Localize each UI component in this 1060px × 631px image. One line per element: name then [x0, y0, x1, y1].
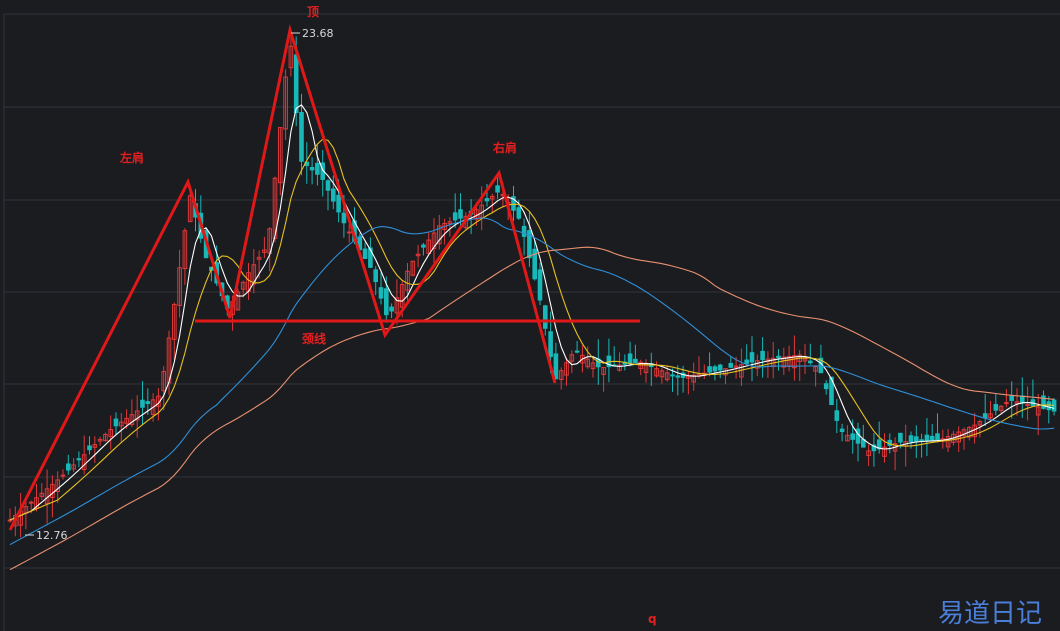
candle-body-102	[548, 331, 553, 358]
candle-body-188	[1004, 402, 1009, 405]
candle-body-174	[929, 435, 935, 441]
candle-body-67	[362, 248, 368, 259]
high-price-label: 23.68	[302, 27, 334, 40]
candle-body-11	[66, 463, 71, 471]
candle-body-78	[421, 244, 426, 248]
ma-line-1	[9, 138, 1055, 521]
candle-body-170	[908, 435, 914, 442]
candle-body-54	[293, 54, 299, 113]
candle-body-69	[373, 269, 378, 283]
candle-body-55	[299, 112, 304, 162]
candle-body-125	[670, 374, 675, 377]
neckline-label: 颈线	[301, 331, 326, 346]
head-label: 顶	[307, 5, 319, 19]
moving-averages	[9, 104, 1055, 571]
candle-body-159	[850, 433, 856, 440]
candle-body-84	[452, 212, 458, 221]
candle-body-133	[712, 366, 718, 372]
candle-body-63	[341, 212, 347, 224]
pattern-zigzag	[8, 24, 557, 531]
candle-body-142	[760, 350, 765, 361]
candle-body-15	[87, 445, 92, 451]
candle-body-160	[855, 428, 861, 444]
candle-body-140	[749, 352, 755, 363]
bottom-mark: q	[648, 612, 657, 626]
candle-body-72	[389, 306, 394, 312]
candle-body-103	[553, 353, 559, 380]
candle-body-0	[7, 519, 13, 522]
candle-body-175	[935, 433, 940, 441]
candle-body-132	[707, 366, 712, 373]
candle-body-20	[113, 418, 119, 427]
candle-body-154	[823, 383, 829, 390]
candle-body-101	[543, 305, 548, 329]
candle-body-168	[898, 432, 903, 443]
candle-body-145	[776, 355, 781, 359]
candle-body-156	[834, 410, 840, 421]
candle-body-68	[368, 247, 373, 268]
candle-body-172	[919, 439, 924, 442]
candle-body-90	[484, 198, 490, 202]
candle-body-58	[315, 162, 320, 175]
candle-body-97	[521, 225, 527, 237]
candle-body-100	[537, 269, 543, 301]
low-price-label: 12.76	[36, 529, 68, 542]
ma-line-2	[9, 217, 1055, 546]
candle-body-191	[1020, 395, 1025, 404]
candle-body-171	[914, 436, 919, 442]
candle-body-196	[1046, 401, 1052, 411]
ma-line-0	[9, 104, 1055, 521]
candle-body-184	[982, 413, 988, 419]
price-chart: 左肩 顶 右肩 颈线 q 23.68 12.76 易道日记	[3, 5, 1060, 631]
candle-body-10	[60, 474, 66, 477]
candle-body-126	[675, 375, 681, 378]
candle-body-151	[808, 360, 813, 364]
candle-body-70	[378, 287, 384, 299]
candle-body-92	[495, 185, 500, 193]
candle-body-139	[744, 359, 750, 364]
candle-body-173	[924, 434, 930, 442]
candle-body-96	[516, 207, 522, 219]
right-shoulder-label: 右肩	[492, 140, 517, 155]
candle-body-136	[728, 362, 734, 368]
candle-body-85	[458, 209, 463, 219]
candle-body-117	[627, 353, 633, 364]
candle-body-107	[574, 350, 580, 353]
watermark: 易道日记	[938, 599, 1042, 629]
candle-body-118	[633, 358, 638, 364]
candle-body-13	[76, 458, 82, 461]
candle-body-4	[28, 501, 34, 504]
candle-body-134	[717, 364, 723, 371]
candle-body-71	[384, 288, 389, 316]
candle-body-157	[839, 428, 845, 433]
candle-body-62	[336, 194, 341, 213]
candle-body-61	[331, 188, 336, 202]
candle-body-57	[309, 166, 315, 171]
candle-body-25	[140, 399, 145, 408]
candle-body-186	[993, 404, 999, 411]
candle-body-26	[145, 401, 151, 405]
candle-body-60	[325, 180, 331, 191]
candlesticks	[7, 35, 1057, 538]
candle-body-189	[1009, 395, 1015, 401]
left-shoulder-label: 左肩	[119, 150, 144, 165]
